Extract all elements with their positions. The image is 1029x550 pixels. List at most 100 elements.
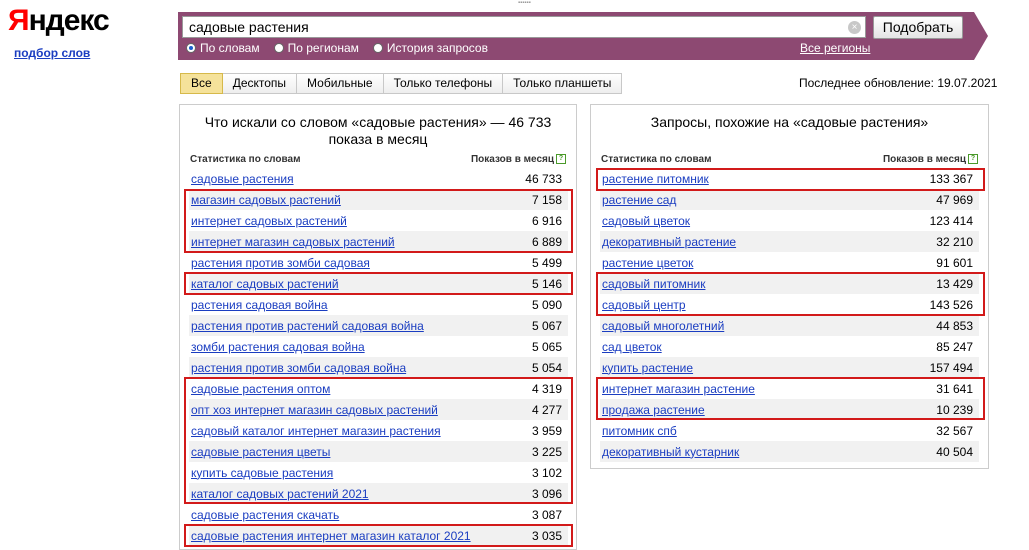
table-row: растения против зомби садовая война 5 054 (189, 357, 568, 378)
table-row: растение сад 47 969 (600, 189, 979, 210)
device-tabs: Все Десктопы Мобильные Только телефоны Т… (180, 73, 623, 94)
tab-all[interactable]: Все (180, 73, 223, 94)
query-link[interactable]: садовый питомник (602, 277, 705, 291)
query-link[interactable]: магазин садовых растений (191, 193, 341, 207)
impressions-count: 3 225 (531, 444, 562, 459)
tab-mobile[interactable]: Мобильные (297, 73, 384, 94)
impressions-count: 5 054 (531, 360, 562, 375)
query-link[interactable]: интернет садовых растений (191, 214, 347, 228)
tab-phones[interactable]: Только телефоны (383, 73, 504, 94)
query-link[interactable]: растения садовая война (191, 298, 328, 312)
query-link[interactable]: интернет магазин садовых растений (191, 235, 395, 249)
impressions-count: 47 969 (936, 192, 973, 207)
all-regions-link[interactable]: Все регионы (800, 41, 870, 55)
query-link[interactable]: купить садовые растения (191, 466, 333, 480)
table-row: питомник спб 32 567 (600, 420, 979, 441)
yandex-logo[interactable]: Яндекс (8, 4, 110, 38)
impressions-count: 123 414 (929, 213, 973, 228)
table-row: садовый питомник 13 429 (600, 273, 979, 294)
query-link[interactable]: растение питомник (602, 172, 709, 186)
right-panel: Запросы, похожие на «садовые растения» С… (590, 104, 989, 469)
query-link[interactable]: каталог садовых растений (191, 277, 339, 291)
query-link[interactable]: садовый каталог интернет магазин растени… (191, 424, 441, 438)
table-row: садовые растения оптом 4 319 (189, 378, 568, 399)
query-link[interactable]: интернет магазин растение (602, 382, 755, 396)
radio-icon (273, 43, 284, 53)
table-row: садовые растения интернет магазин катало… (189, 525, 568, 546)
impressions-count: 5 090 (531, 297, 562, 312)
impressions-count: 32 210 (936, 234, 973, 249)
table-row: растение питомник 133 367 (600, 168, 979, 189)
last-update: Последнее обновление: 19.07.2021 (799, 76, 998, 90)
impressions-count: 3 087 (531, 507, 562, 522)
impressions-count: 5 146 (531, 276, 562, 291)
table-row: интернет магазин растение 31 641 (600, 378, 979, 399)
query-link[interactable]: садовые растения (191, 172, 294, 186)
search-button[interactable]: Подобрать (873, 16, 963, 39)
query-link[interactable]: растения против растений садовая война (191, 319, 424, 333)
clear-icon[interactable]: × (848, 21, 861, 34)
top-dots: ▪▪▪▪▪▪ (518, 0, 531, 6)
query-link[interactable]: садовый цветок (602, 214, 690, 228)
tab-desktops[interactable]: Десктопы (222, 73, 298, 94)
impressions-count: 85 247 (936, 339, 973, 354)
impressions-count: 6 889 (531, 234, 562, 249)
query-link[interactable]: растения против зомби садовая война (191, 361, 406, 375)
table-row: каталог садовых растений 2021 3 096 (189, 483, 568, 504)
query-link[interactable]: растение сад (602, 193, 676, 207)
query-link[interactable]: растения против зомби садовая (191, 256, 370, 270)
left-col-query-header: Статистика по словам (190, 154, 301, 165)
query-link[interactable]: садовый центр (602, 298, 686, 312)
table-row: декоративный растение 32 210 (600, 231, 979, 252)
impressions-count: 32 567 (936, 423, 973, 438)
query-link[interactable]: садовые растения интернет магазин катало… (191, 529, 471, 543)
impressions-count: 4 277 (531, 402, 562, 417)
table-row: садовый многолетний 44 853 (600, 315, 979, 336)
search-bar-arrow (974, 12, 988, 60)
right-panel-title: Запросы, похожие на «садовые растения» (650, 114, 929, 130)
query-link[interactable]: сад цветок (602, 340, 662, 354)
table-row: интернет садовых растений 6 916 (189, 210, 568, 231)
right-rows: растение питомник 133 367 растение сад 47 9… (600, 168, 979, 462)
query-link[interactable]: продажа растение (602, 403, 705, 417)
wordstat-link[interactable]: подбор слов (14, 46, 90, 60)
query-link[interactable]: опт хоз интернет магазин садовых растени… (191, 403, 438, 417)
impressions-count: 44 853 (936, 318, 973, 333)
query-link[interactable]: садовые растения скачать (191, 508, 339, 522)
impressions-count: 31 641 (936, 381, 973, 396)
search-input[interactable]: садовые растения (182, 16, 866, 38)
query-link[interactable]: садовый многолетний (602, 319, 724, 333)
help-icon[interactable]: ? (968, 154, 978, 165)
table-row: растение цветок 91 601 (600, 252, 979, 273)
query-link[interactable]: садовые растения оптом (191, 382, 330, 396)
table-row: садовый центр 143 526 (600, 294, 979, 315)
radio-history[interactable]: История запросов (372, 41, 488, 55)
left-panel: Что искали со словом «садовые растения» … (179, 104, 577, 550)
query-link[interactable]: растение цветок (602, 256, 693, 270)
query-link[interactable]: каталог садовых растений 2021 (191, 487, 369, 501)
table-row: садовый каталог интернет магазин растени… (189, 420, 568, 441)
impressions-count: 5 065 (531, 339, 562, 354)
query-link[interactable]: садовые растения цветы (191, 445, 330, 459)
radio-selected-icon (186, 43, 196, 53)
query-link[interactable]: декоративный растение (602, 235, 736, 249)
table-row: растения против зомби садовая 5 499 (189, 252, 568, 273)
query-link[interactable]: декоративный кустарник (602, 445, 739, 459)
query-link[interactable]: купить растение (602, 361, 693, 375)
help-icon[interactable]: ? (556, 154, 566, 165)
table-row: сад цветок 85 247 (600, 336, 979, 357)
tab-tablets[interactable]: Только планшеты (503, 73, 623, 94)
impressions-count: 3 102 (531, 465, 562, 480)
impressions-count: 4 319 (531, 381, 562, 396)
table-row: растения садовая война 5 090 (189, 294, 568, 315)
query-link[interactable]: питомник спб (602, 424, 677, 438)
query-link[interactable]: зомби растения садовая война (191, 340, 365, 354)
right-col-query-header: Статистика по словам (601, 154, 712, 165)
radio-by-words[interactable]: По словам (186, 41, 260, 55)
radio-by-regions[interactable]: По регионам (273, 41, 359, 55)
impressions-count: 157 494 (929, 360, 973, 375)
table-row: купить садовые растения 3 102 (189, 462, 568, 483)
left-panel-title: Что искали со словом «садовые растения» … (204, 114, 552, 147)
table-row: растения против растений садовая война 5 … (189, 315, 568, 336)
impressions-count: 133 367 (929, 171, 973, 186)
